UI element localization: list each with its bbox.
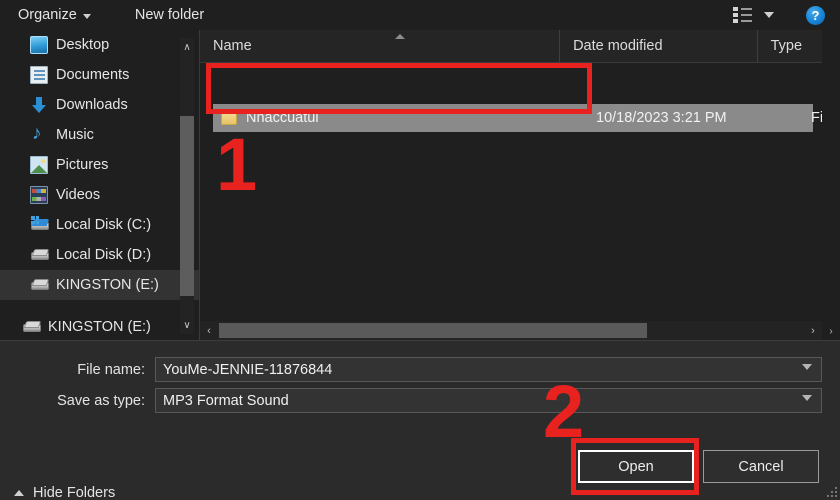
file-name-value: YouMe-JENNIE-11876844 <box>163 361 333 378</box>
new-folder-label: New folder <box>134 7 205 23</box>
drive-icon <box>22 318 41 336</box>
sidebar-item-pictures[interactable]: Pictures <box>0 150 199 180</box>
folder-icon <box>221 109 237 125</box>
scroll-down-icon[interactable]: ∨ <box>180 316 194 334</box>
column-header-label: Date modified <box>573 38 663 54</box>
toolbar-right-group: ? <box>725 0 840 30</box>
sidebar-item-label: Music <box>56 127 94 143</box>
sidebar-item-label: Desktop <box>56 37 110 53</box>
help-label: ? <box>811 7 820 23</box>
save-as-type-row: Save as type: MP3 Format Sound <box>0 388 840 413</box>
sort-ascending-icon <box>395 33 405 39</box>
resize-grip[interactable] <box>825 485 837 497</box>
desktop-icon <box>30 36 48 54</box>
sidebar-item-label: Downloads <box>56 97 128 113</box>
save-as-type-value: MP3 Format Sound <box>163 392 289 409</box>
hide-folders-label: Hide Folders <box>33 485 116 500</box>
file-name-cell: Nhaccuatui <box>246 110 319 126</box>
sidebar-item-desktop[interactable]: Desktop <box>0 30 199 60</box>
scroll-up-icon[interactable]: ∧ <box>180 38 194 56</box>
column-header-label: Name <box>213 38 252 54</box>
column-header-date-modified[interactable]: Date modified <box>559 30 757 63</box>
documents-icon <box>30 66 48 84</box>
horizontal-scrollbar-thumb[interactable] <box>219 323 647 338</box>
column-header-name[interactable]: Name <box>200 30 559 63</box>
chevron-down-icon[interactable] <box>802 364 812 370</box>
sidebar-item-videos[interactable]: Videos <box>0 180 199 210</box>
cancel-button[interactable]: Cancel <box>703 450 819 483</box>
view-mode-button[interactable] <box>725 2 782 28</box>
file-date-cell: 10/18/2023 3:21 PM <box>596 110 727 126</box>
sidebar-item-kingston-e-selected[interactable]: KINGSTON (E:) <box>0 270 199 300</box>
file-list-right-scroll-area[interactable]: › <box>822 30 840 340</box>
help-button[interactable]: ? <box>806 5 825 25</box>
scroll-right-icon[interactable]: › <box>804 321 822 340</box>
scroll-left-icon[interactable]: ‹ <box>200 321 218 340</box>
file-name-input[interactable]: YouMe-JENNIE-11876844 <box>155 357 822 382</box>
sidebar-item-label: Pictures <box>56 157 109 173</box>
save-as-type-select[interactable]: MP3 Format Sound <box>155 388 822 413</box>
sidebar-item-label: KINGSTON (E:) <box>48 319 151 335</box>
downloads-icon <box>30 96 48 114</box>
file-save-dialog: Organize New folder ? Desktop Documents … <box>0 0 840 500</box>
sidebar-item-label: Documents <box>56 67 130 83</box>
sidebar-item-documents[interactable]: Documents <box>0 60 199 90</box>
organize-button[interactable]: Organize <box>8 2 101 28</box>
drive-icon <box>30 276 49 294</box>
file-list-pane: Name Date modified Type Nhaccuatui 10/18… <box>200 30 840 340</box>
cancel-label: Cancel <box>738 458 784 475</box>
chevron-down-icon <box>82 13 91 19</box>
sidebar-item-music[interactable]: Music <box>0 120 199 150</box>
chevron-up-icon <box>14 490 24 496</box>
sidebar-item-label: Videos <box>56 187 101 203</box>
videos-icon <box>30 186 48 204</box>
sidebar-item-label: Local Disk (C:) <box>56 217 152 233</box>
scroll-right-edge-icon[interactable]: › <box>822 322 840 340</box>
windows-drive-icon <box>30 216 49 234</box>
sidebar-scrollbar[interactable]: ∧ ∨ <box>180 38 194 334</box>
drive-icon <box>30 246 49 264</box>
file-name-row: File name: YouMe-JENNIE-11876844 <box>0 357 840 382</box>
column-header-row: Name Date modified Type <box>200 30 840 63</box>
dialog-toolbar: Organize New folder ? <box>0 0 840 30</box>
hide-folders-button[interactable]: Hide Folders <box>14 485 115 500</box>
navigation-sidebar: Desktop Documents Downloads Music Pictur… <box>0 30 199 340</box>
sidebar-item-kingston-e-root[interactable]: KINGSTON (E:) <box>0 312 199 340</box>
pictures-icon <box>30 156 48 174</box>
open-label: Open <box>618 458 654 475</box>
music-icon <box>30 123 48 145</box>
column-header-label: Type <box>770 38 803 54</box>
save-as-type-label: Save as type: <box>57 392 145 409</box>
dialog-body: Desktop Documents Downloads Music Pictur… <box>0 30 840 340</box>
chevron-down-icon[interactable] <box>764 12 774 18</box>
sidebar-item-label: Local Disk (D:) <box>56 247 152 263</box>
horizontal-scrollbar[interactable]: ‹ › <box>200 321 822 340</box>
organize-label: Organize <box>18 7 77 23</box>
file-form-area: File name: YouMe-JENNIE-11876844 Save as… <box>0 340 840 435</box>
new-folder-button[interactable]: New folder <box>125 2 214 28</box>
sidebar-scrollbar-thumb[interactable] <box>180 116 194 296</box>
sidebar-item-downloads[interactable]: Downloads <box>0 90 199 120</box>
table-row[interactable]: Nhaccuatui 10/18/2023 3:21 PM File fo <box>213 104 840 132</box>
sidebar-item-label: KINGSTON (E:) <box>56 277 159 293</box>
open-button[interactable]: Open <box>578 450 694 483</box>
list-view-icon <box>733 6 755 24</box>
file-name-label: File name: <box>77 361 145 378</box>
sidebar-item-local-disk-d[interactable]: Local Disk (D:) <box>0 240 199 270</box>
chevron-down-icon[interactable] <box>802 395 812 401</box>
sidebar-item-local-disk-c[interactable]: Local Disk (C:) <box>0 210 199 240</box>
